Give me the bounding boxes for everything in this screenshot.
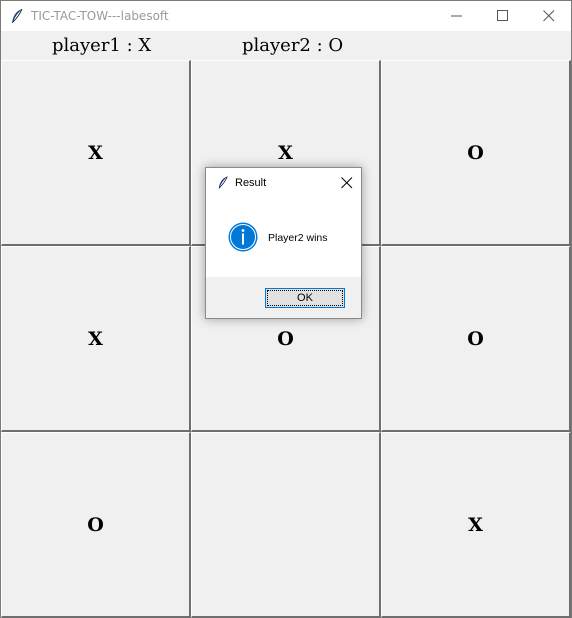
ok-button[interactable]: OK <box>265 288 345 308</box>
close-icon <box>341 177 353 189</box>
board-cell-7[interactable]: O <box>1 432 191 618</box>
dialog-body: Player2 wins <box>206 198 361 277</box>
feather-icon <box>12 8 23 23</box>
board-cell-9[interactable]: X <box>381 432 571 618</box>
board-cell-3[interactable]: O <box>381 60 571 246</box>
minimize-icon <box>451 15 462 17</box>
cell-mark: X <box>468 513 483 536</box>
player2-label: player2 : O <box>242 35 344 56</box>
cell-mark: O <box>277 327 294 350</box>
maximize-icon <box>497 10 508 21</box>
dialog-message: Player2 wins <box>268 232 328 244</box>
dialog-close-button[interactable] <box>333 168 361 198</box>
close-button[interactable] <box>526 1 572 31</box>
dialog-title-bar[interactable]: Result <box>206 168 361 198</box>
cell-mark: X <box>88 327 103 350</box>
cell-mark: O <box>87 513 104 536</box>
board-cell-6[interactable]: O <box>381 246 571 432</box>
players-header: player1 : X player2 : O <box>1 31 571 61</box>
cell-mark: X <box>278 141 293 164</box>
game-board: X X O X O O O X <box>1 60 572 618</box>
board-cell-8[interactable] <box>191 432 381 618</box>
cell-mark: O <box>467 141 484 164</box>
info-icon <box>228 222 258 252</box>
close-icon <box>543 10 555 22</box>
title-bar[interactable]: TIC-TAC-TOW---labesoft <box>1 1 571 31</box>
maximize-button[interactable] <box>480 1 526 31</box>
board-cell-1[interactable]: X <box>1 60 191 246</box>
board-cell-4[interactable]: X <box>1 246 191 432</box>
feather-icon <box>218 176 228 189</box>
result-dialog: Result Player2 wins OK <box>205 167 362 319</box>
cell-mark: X <box>88 141 103 164</box>
window-title: TIC-TAC-TOW---labesoft <box>31 9 169 23</box>
player1-label: player1 : X <box>52 35 152 56</box>
dialog-title: Result <box>235 177 267 189</box>
minimize-button[interactable] <box>434 1 480 31</box>
cell-mark: O <box>467 327 484 350</box>
